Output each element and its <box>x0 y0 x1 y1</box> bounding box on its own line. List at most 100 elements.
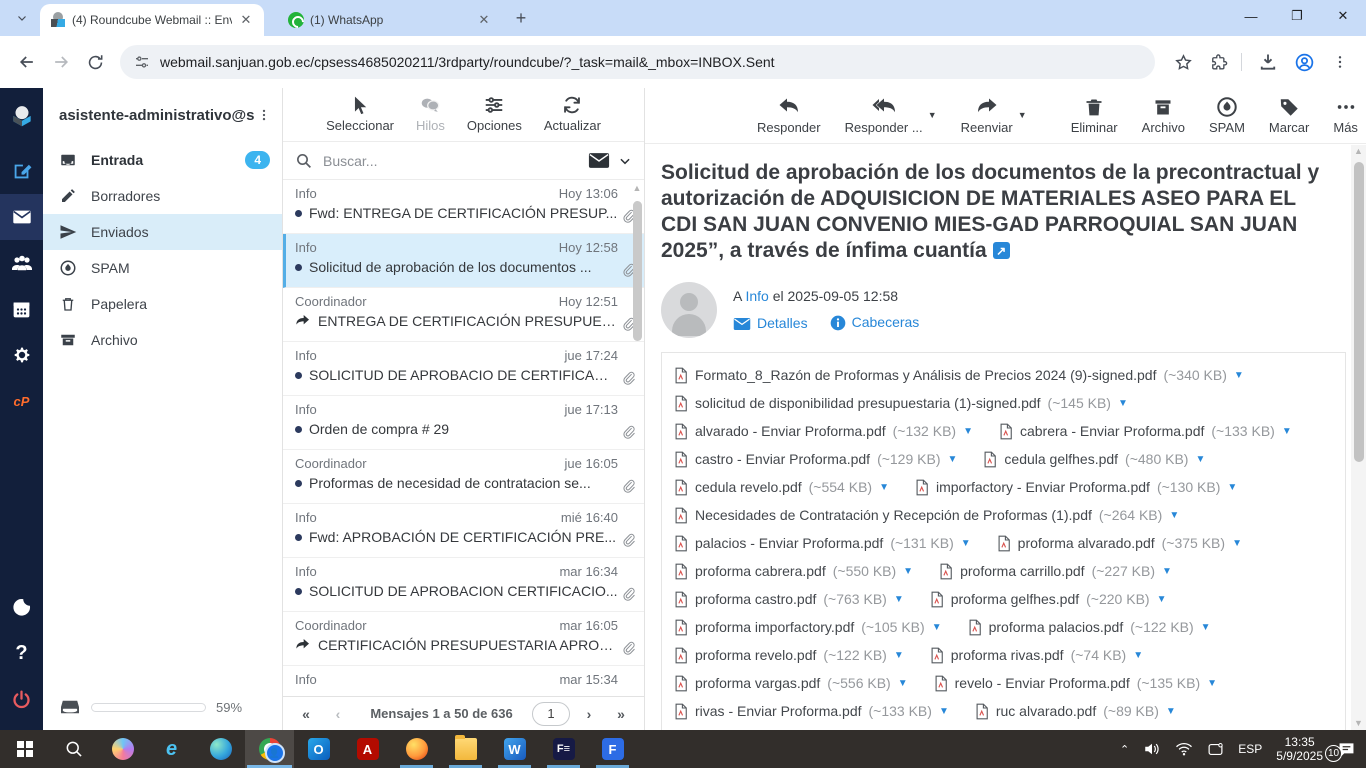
message-row[interactable]: Coordinadorjue 16:05 Proformas de necesi… <box>283 450 644 504</box>
tab-roundcube[interactable]: (4) Roundcube Webmail :: Envia ✕ <box>40 4 264 36</box>
tray-expand-button[interactable]: ⌃ <box>1120 743 1129 756</box>
search-options-chevron-icon[interactable] <box>618 154 632 168</box>
message-row[interactable]: Infojue 17:24 SOLICITUD DE APROBACIO DE … <box>283 342 644 396</box>
scroll-down-icon[interactable]: ▼ <box>1354 719 1363 728</box>
attachment-name[interactable]: proforma palacios.pdf <box>989 619 1124 635</box>
folder-item[interactable]: Borradores <box>43 178 282 214</box>
folder-item[interactable]: Archivo <box>43 322 282 358</box>
folder-item[interactable]: SPAM <box>43 250 282 286</box>
browser-menu-button[interactable] <box>1324 46 1356 78</box>
attachment-menu-caret[interactable]: ▼ <box>1234 370 1244 381</box>
select-button[interactable]: Seleccionar <box>326 94 394 133</box>
message-row[interactable]: Infomar 15:34 <box>283 666 644 696</box>
list-scrollbar-thumb[interactable] <box>633 201 642 341</box>
tab-close-icon[interactable]: ✕ <box>238 12 254 28</box>
archive-button[interactable]: Archivo <box>1142 96 1185 135</box>
attachment-name[interactable]: proforma cabrera.pdf <box>695 563 826 579</box>
taskbar-app1-button[interactable]: F≡ <box>539 730 588 768</box>
taskbar-edge-button[interactable] <box>196 730 245 768</box>
taskbar-ie-button[interactable]: e <box>147 730 196 768</box>
account-menu-button[interactable] <box>254 107 274 123</box>
folder-item[interactable]: Papelera <box>43 286 282 322</box>
folder-item[interactable]: Entrada 4 <box>43 142 282 178</box>
attachment-item[interactable]: proforma vargas.pdf (~556 KB) ▼ <box>674 675 908 692</box>
attachment-name[interactable]: castro - Enviar Proforma.pdf <box>695 451 870 467</box>
attachment-menu-caret[interactable]: ▼ <box>903 566 913 577</box>
attachment-name[interactable]: proforma gelfhes.pdf <box>951 591 1079 607</box>
attachment-item[interactable]: palacios - Enviar Proforma.pdf (~131 KB)… <box>674 535 971 552</box>
list-scrollbar[interactable]: ▲ <box>631 184 643 696</box>
attachment-item[interactable]: revelo - Enviar Proforma.pdf (~135 KB) ▼ <box>934 675 1217 692</box>
attachment-menu-caret[interactable]: ▼ <box>1282 426 1292 437</box>
notifications-button[interactable]: 10 <box>1337 741 1356 758</box>
attachment-item[interactable]: Necesidades de Contratación y Recepción … <box>674 507 1179 524</box>
attachment-menu-caret[interactable]: ▼ <box>1133 650 1143 661</box>
attachment-menu-caret[interactable]: ▼ <box>1227 482 1237 493</box>
taskbar-outlook-button[interactable]: O <box>294 730 343 768</box>
search-scope-mail-icon[interactable] <box>588 152 610 169</box>
scroll-up-icon[interactable]: ▲ <box>633 184 642 193</box>
attachment-name[interactable]: cedula revelo.pdf <box>695 479 802 495</box>
profile-button[interactable] <box>1288 46 1320 78</box>
close-button[interactable]: ✕ <box>1320 0 1366 32</box>
last-page-button[interactable]: » <box>608 706 634 722</box>
back-button[interactable] <box>10 45 44 79</box>
attachment-item[interactable]: proforma cabrera.pdf (~550 KB) ▼ <box>674 563 913 580</box>
attachment-menu-caret[interactable]: ▼ <box>932 622 942 633</box>
reply-all-menu-caret[interactable]: ▼ <box>928 110 937 120</box>
attachment-name[interactable]: proforma imporfactory.pdf <box>695 619 854 635</box>
tab-whatsapp[interactable]: (1) WhatsApp ✕ <box>278 4 502 36</box>
page-input[interactable] <box>532 702 570 726</box>
attachment-menu-caret[interactable]: ▼ <box>1201 622 1211 633</box>
rail-cpanel-button[interactable]: cP <box>0 378 43 424</box>
restore-button[interactable]: ❐ <box>1274 0 1320 32</box>
recipient-link[interactable]: Info <box>745 288 768 304</box>
headers-link[interactable]: Cabeceras <box>830 314 920 331</box>
attachment-item[interactable]: imporfactory - Enviar Proforma.pdf (~130… <box>915 479 1237 496</box>
attachment-name[interactable]: ruc alvarado.pdf <box>996 703 1096 719</box>
attachment-item[interactable]: cabrera - Enviar Proforma.pdf (~133 KB) … <box>999 423 1292 440</box>
reload-button[interactable] <box>78 45 112 79</box>
attachment-menu-caret[interactable]: ▼ <box>963 426 973 437</box>
taskbar-word-button[interactable]: W <box>490 730 539 768</box>
attachment-name[interactable]: imporfactory - Enviar Proforma.pdf <box>936 479 1150 495</box>
attachment-menu-caret[interactable]: ▼ <box>898 678 908 689</box>
message-row[interactable]: Infojue 17:13 Orden de compra # 29 <box>283 396 644 450</box>
attachment-menu-caret[interactable]: ▼ <box>894 650 904 661</box>
attachment-name[interactable]: alvarado - Enviar Proforma.pdf <box>695 423 886 439</box>
message-row[interactable]: InfoHoy 13:06 Fwd: ENTREGA DE CERTIFICAC… <box>283 180 644 234</box>
open-in-new-icon[interactable] <box>993 242 1010 259</box>
start-button[interactable] <box>0 730 49 768</box>
volume-icon[interactable] <box>1143 741 1161 757</box>
message-row[interactable]: CoordinadorHoy 12:51 ENTREGA DE CERTIFIC… <box>283 288 644 342</box>
address-bar[interactable]: webmail.sanjuan.gob.ec/cpsess4685020211/… <box>120 45 1155 79</box>
forward-menu-caret[interactable]: ▼ <box>1018 110 1027 120</box>
attachment-name[interactable]: proforma castro.pdf <box>695 591 816 607</box>
taskbar-explorer-button[interactable] <box>441 730 490 768</box>
more-button[interactable]: Más <box>1333 96 1358 135</box>
attachment-name[interactable]: revelo - Enviar Proforma.pdf <box>955 675 1130 691</box>
attachment-name[interactable]: proforma carrillo.pdf <box>960 563 1085 579</box>
taskbar-chrome-button[interactable] <box>245 730 294 768</box>
attachment-menu-caret[interactable]: ▼ <box>948 454 958 465</box>
rail-logout-button[interactable] <box>0 676 43 722</box>
attachment-name[interactable]: cedula gelfhes.pdf <box>1004 451 1118 467</box>
taskbar-firefox-button[interactable] <box>392 730 441 768</box>
delete-button[interactable]: Eliminar <box>1071 96 1118 135</box>
tab-close-icon[interactable]: ✕ <box>476 12 492 28</box>
prev-page-button[interactable]: ‹ <box>325 706 351 722</box>
attachment-menu-caret[interactable]: ▼ <box>1232 538 1242 549</box>
attachment-menu-caret[interactable]: ▼ <box>1166 706 1176 717</box>
downloads-button[interactable] <box>1252 46 1284 78</box>
attachment-menu-caret[interactable]: ▼ <box>961 538 971 549</box>
first-page-button[interactable]: « <box>293 706 319 722</box>
rail-settings-button[interactable] <box>0 332 43 378</box>
attachment-item[interactable]: cedula revelo.pdf (~554 KB) ▼ <box>674 479 889 496</box>
wifi-icon[interactable] <box>1175 742 1193 756</box>
attachment-menu-caret[interactable]: ▼ <box>1118 398 1128 409</box>
attachment-menu-caret[interactable]: ▼ <box>1157 594 1167 605</box>
attachment-item[interactable]: proforma revelo.pdf (~122 KB) ▼ <box>674 647 904 664</box>
attachment-item[interactable]: cedula gelfhes.pdf (~480 KB) ▼ <box>983 451 1205 468</box>
message-row[interactable]: Coordinadormar 16:05 CERTIFICACIÓN PRESU… <box>283 612 644 666</box>
tab-search-button[interactable] <box>8 4 36 32</box>
